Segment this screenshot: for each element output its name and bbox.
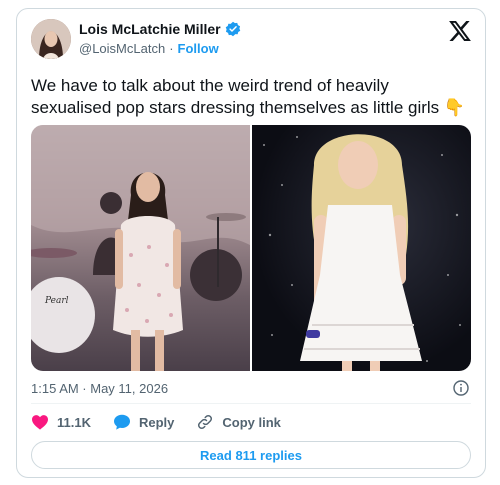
like-count: 11.1K [57, 414, 91, 430]
speech-bubble-icon [113, 414, 130, 430]
author-handle[interactable]: @LoisMcLatch [79, 41, 165, 56]
tweet-text: We have to talk about the weird trend of… [31, 76, 466, 117]
photo-left[interactable]: Pearl [31, 125, 250, 371]
tweet-media[interactable]: Pearl [31, 125, 471, 371]
svg-text:Pearl: Pearl [44, 296, 69, 306]
avatar[interactable] [31, 19, 71, 59]
separator: · [169, 41, 174, 56]
follow-button[interactable]: Follow [178, 41, 219, 56]
handle-row: @LoisMcLatch · Follow [79, 41, 219, 56]
author-name-row: Lois McLatchie Miller [79, 21, 241, 37]
copy-link-label: Copy link [222, 414, 281, 430]
action-bar: 11.1K Reply Copy link [31, 413, 281, 431]
heart-icon [32, 415, 48, 430]
read-replies-button[interactable]: Read 811 replies [31, 441, 471, 469]
tweet-card: Lois McLatchie Miller @LoisMcLatch · Fol… [16, 8, 486, 478]
link-icon [198, 414, 213, 430]
x-logo-icon[interactable] [449, 21, 471, 46]
reply-label: Reply [138, 414, 175, 430]
divider [31, 403, 471, 404]
photo-right[interactable] [252, 125, 471, 371]
info-icon[interactable] [453, 380, 469, 401]
reply-button[interactable]: Reply [113, 414, 174, 430]
tweet-timestamp[interactable]: 1:15 AM · May 11, 2026 [31, 381, 168, 396]
like-button[interactable]: 11.1K [31, 414, 91, 430]
display-name[interactable]: Lois McLatchie Miller [79, 21, 221, 37]
verified-badge-icon [225, 21, 241, 37]
copy-link-button[interactable]: Copy link [196, 413, 281, 431]
